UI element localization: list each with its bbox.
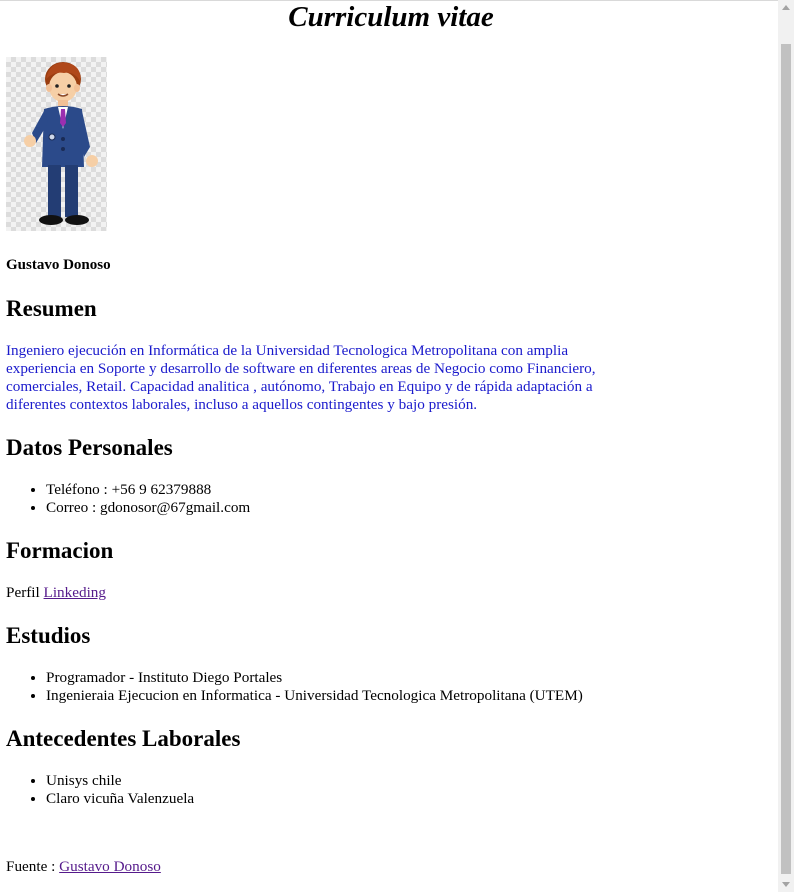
footer-source: Fuente : Gustavo Donoso <box>6 858 161 876</box>
list-item-email: Correo : gdonosor@67gmail.com <box>46 499 250 517</box>
person-name: Gustavo Donoso <box>6 257 111 273</box>
list-item-job: Claro vicuña Valenzuela <box>46 790 194 808</box>
list-item-study: Ingenieraia Ejecucion en Informatica - U… <box>46 687 583 705</box>
vertical-scrollbar[interactable] <box>778 0 794 892</box>
profile-photo <box>6 57 107 231</box>
section-heading-formacion: Formacion <box>6 538 114 563</box>
section-heading-resumen: Resumen <box>6 296 97 321</box>
page-title: Curriculum vitae <box>288 1 494 33</box>
footer-prefix: Fuente : <box>6 858 56 875</box>
section-heading-datos-personales: Datos Personales <box>6 435 173 460</box>
linkedin-link[interactable]: Linkeding <box>44 584 106 601</box>
studies-list: Programador - Instituto Diego Portales I… <box>6 669 583 705</box>
section-heading-antecedentes-laborales: Antecedentes Laborales <box>6 726 241 751</box>
personal-data-list: Teléfono : +56 9 62379888 Correo : gdono… <box>6 481 250 517</box>
profile-line: Perfil Linkeding <box>6 584 106 602</box>
page: Curriculum vitae Gustavo Donoso Resumen … <box>0 0 794 892</box>
scrollbar-thumb[interactable] <box>781 44 791 874</box>
list-item-study: Programador - Instituto Diego Portales <box>46 669 583 687</box>
scroll-up-arrow-icon[interactable] <box>782 5 790 10</box>
summary-text: Ingeniero ejecución en Informática de la… <box>6 342 596 413</box>
section-heading-estudios: Estudios <box>6 623 91 648</box>
cartoon-businessman-icon <box>24 62 98 225</box>
list-item-job: Unisys chile <box>46 772 194 790</box>
work-history-list: Unisys chile Claro vicuña Valenzuela <box>6 772 194 808</box>
scroll-down-arrow-icon[interactable] <box>782 882 790 887</box>
list-item-phone: Teléfono : +56 9 62379888 <box>46 481 250 499</box>
profile-prefix: Perfil <box>6 584 40 601</box>
footer-author-link[interactable]: Gustavo Donoso <box>59 858 161 875</box>
